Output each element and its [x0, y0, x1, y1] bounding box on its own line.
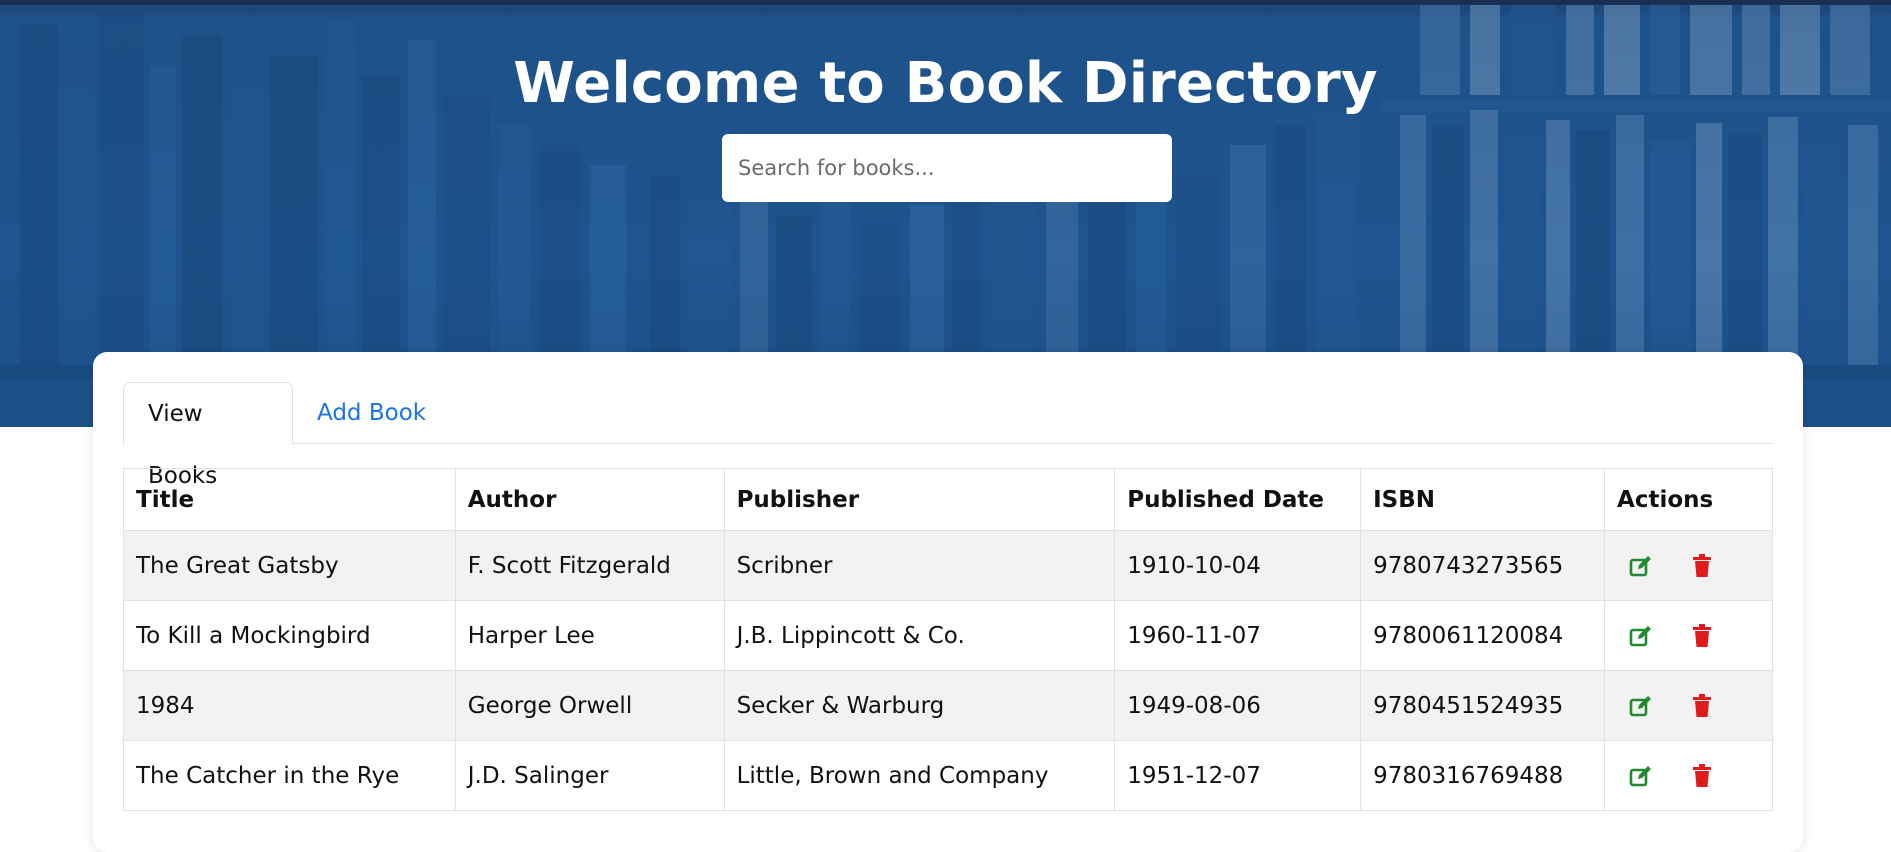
books-card: View Books Add Book Title Author Publish… — [93, 352, 1803, 852]
trash-icon[interactable] — [1688, 622, 1716, 650]
table-row: The Great Gatsby F. Scott Fitzgerald Scr… — [123, 530, 1773, 601]
table-row: To Kill a Mockingbird Harper Lee J.B. Li… — [123, 600, 1773, 671]
cell-isbn: 9780061120084 — [1360, 600, 1606, 671]
cell-publisher: Scribner — [723, 530, 1116, 601]
cell-title: To Kill a Mockingbird — [123, 600, 456, 671]
cell-published-date: 1960-11-07 — [1114, 600, 1362, 671]
cell-publisher: J.B. Lippincott & Co. — [723, 600, 1116, 671]
header-publisher: Publisher — [723, 468, 1116, 531]
tab-view-books[interactable]: View Books — [123, 382, 293, 489]
edit-icon[interactable] — [1627, 692, 1655, 720]
search-input[interactable] — [722, 134, 1172, 202]
cell-published-date: 1910-10-04 — [1114, 530, 1362, 601]
cell-actions — [1604, 600, 1773, 671]
tab-bar: View Books Add Book — [123, 382, 1773, 489]
edit-icon[interactable] — [1627, 762, 1655, 790]
trash-icon[interactable] — [1688, 692, 1716, 720]
header-title: Title — [123, 468, 456, 531]
cell-actions — [1604, 670, 1773, 741]
trash-icon[interactable] — [1688, 552, 1716, 580]
edit-icon[interactable] — [1627, 622, 1655, 650]
cell-published-date: 1951-12-07 — [1114, 740, 1362, 811]
cell-isbn: 9780743273565 — [1360, 530, 1606, 601]
cell-author: Harper Lee — [454, 600, 725, 671]
cell-title: The Great Gatsby — [123, 530, 456, 601]
header-actions: Actions — [1604, 468, 1773, 531]
table-row: The Catcher in the Rye J.D. Salinger Lit… — [123, 740, 1773, 811]
cell-title: The Catcher in the Rye — [123, 740, 456, 811]
cell-isbn: 9780451524935 — [1360, 670, 1606, 741]
table-row: 1984 George Orwell Secker & Warburg 1949… — [123, 670, 1773, 741]
edit-icon[interactable] — [1627, 552, 1655, 580]
page-title: Welcome to Book Directory — [513, 51, 1378, 116]
header-isbn: ISBN — [1360, 468, 1606, 531]
cell-title: 1984 — [123, 670, 456, 741]
cell-author: J.D. Salinger — [454, 740, 725, 811]
cell-author: F. Scott Fitzgerald — [454, 530, 725, 601]
books-table: Title Author Publisher Published Date IS… — [123, 468, 1773, 811]
cell-actions — [1604, 530, 1773, 601]
cell-publisher: Secker & Warburg — [723, 670, 1116, 741]
cell-isbn: 9780316769488 — [1360, 740, 1606, 811]
cell-published-date: 1949-08-06 — [1114, 670, 1362, 741]
cell-actions — [1604, 740, 1773, 811]
header-published-date: Published Date — [1114, 468, 1362, 531]
table-header-row: Title Author Publisher Published Date IS… — [123, 468, 1773, 531]
header-author: Author — [454, 468, 725, 531]
trash-icon[interactable] — [1688, 762, 1716, 790]
cell-author: George Orwell — [454, 670, 725, 741]
tab-add-book[interactable]: Add Book — [293, 382, 450, 444]
cell-publisher: Little, Brown and Company — [723, 740, 1116, 811]
